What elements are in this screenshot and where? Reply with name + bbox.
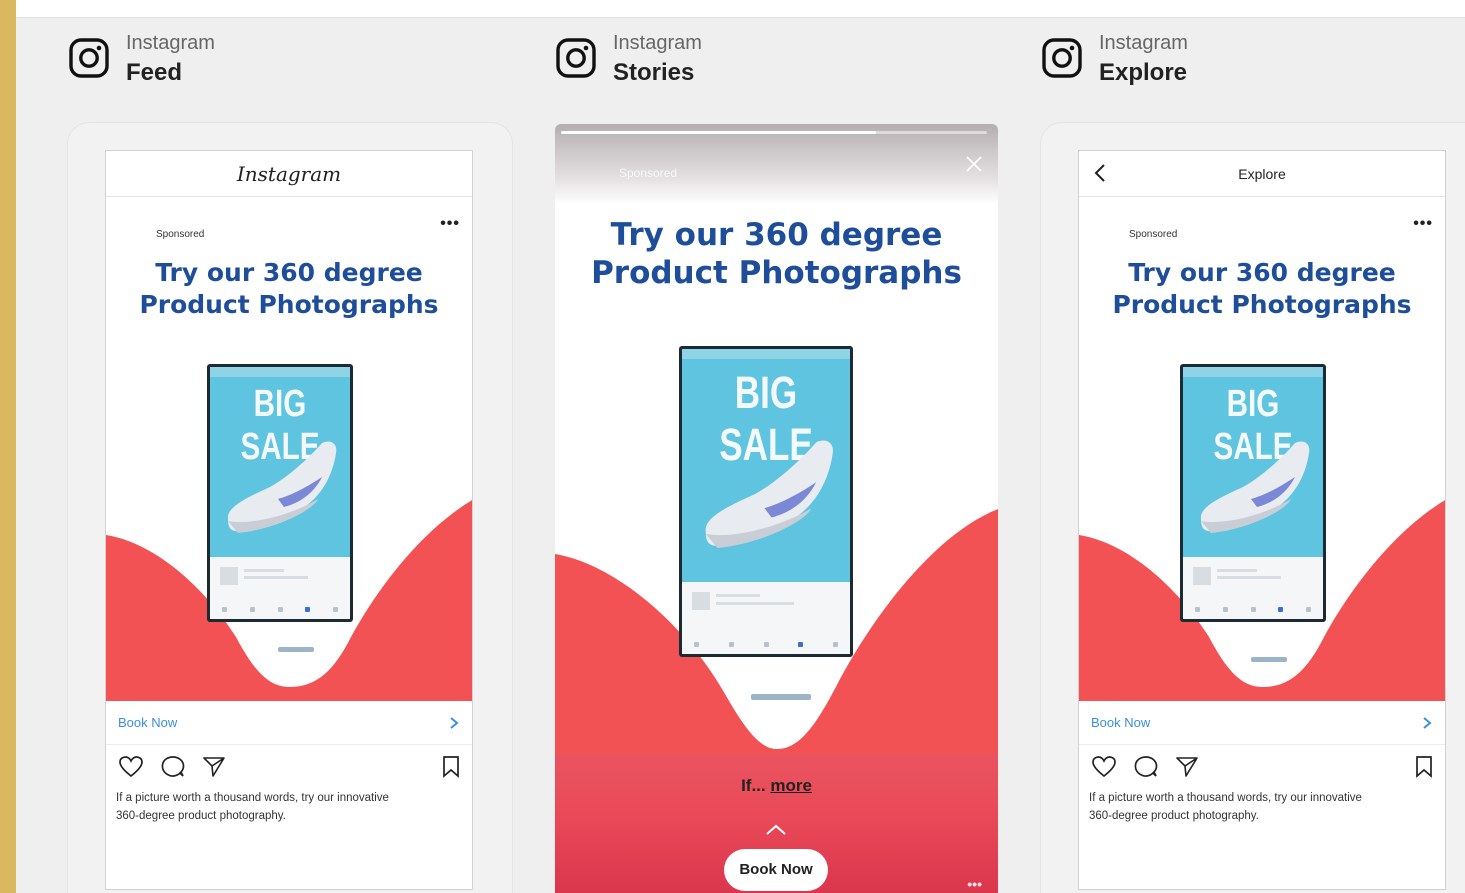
phone-mockup: BIG SALE	[679, 346, 853, 657]
book-now-link[interactable]: Book Now	[118, 715, 177, 730]
sneaker-image	[227, 441, 337, 533]
more-options-icon[interactable]: •••	[440, 215, 460, 233]
post-caption: If a picture worth a thousand words, try…	[106, 789, 472, 825]
explore-creative[interactable]: Sponsored ••• Try our 360 degree Product…	[1079, 197, 1445, 701]
share-icon[interactable]	[202, 755, 226, 779]
headline-line-1: Try our 360 degree	[1128, 258, 1396, 287]
caption-line-2: 360-degree product photography.	[116, 810, 286, 822]
explore-header: Explore	[1079, 151, 1445, 197]
sponsored-label: Sponsored	[1129, 229, 1178, 240]
story-top-gradient: Sponsored	[555, 124, 998, 204]
headline-line-1: Try our 360 degree	[155, 258, 423, 287]
heart-icon[interactable]	[118, 755, 144, 779]
heart-icon[interactable]	[1091, 755, 1117, 779]
sneaker-image	[705, 440, 833, 549]
back-arrow-icon[interactable]	[1091, 161, 1111, 185]
caption-line-1: If a picture worth a thousand words, try…	[116, 792, 389, 804]
post-actions	[106, 745, 472, 789]
more-options-icon[interactable]: •••	[967, 876, 982, 892]
platform-label: Instagram	[1099, 32, 1188, 54]
feed-header: Instagram	[106, 151, 472, 197]
story-progress-bar	[561, 131, 987, 134]
explore-phone-preview: Explore Sponsored ••• Try our 360 degree…	[1078, 150, 1446, 890]
chevron-right-icon[interactable]	[1421, 716, 1433, 730]
close-icon[interactable]	[966, 156, 982, 172]
instagram-icon	[1042, 38, 1082, 78]
story-caption[interactable]: If... more	[555, 776, 998, 796]
book-now-row[interactable]: Book Now	[1079, 701, 1445, 745]
phone-mockup: BIG SALE	[1180, 364, 1326, 622]
headline-line-1: Try our 360 degree	[610, 217, 943, 253]
bookmark-icon[interactable]	[442, 755, 460, 779]
post-actions	[1079, 745, 1445, 789]
more-link[interactable]: more	[770, 776, 812, 795]
headline-line-2: Product Photographs	[139, 290, 439, 319]
caption-line-1: If a picture worth a thousand words, try…	[1089, 792, 1362, 804]
share-icon[interactable]	[1175, 755, 1199, 779]
column-header-feed: Instagram Feed	[69, 30, 215, 90]
brand-logo	[278, 647, 314, 652]
brand-logo	[1251, 657, 1287, 662]
comment-icon[interactable]	[160, 755, 186, 779]
comment-icon[interactable]	[1133, 755, 1159, 779]
book-now-link[interactable]: Book Now	[1091, 715, 1150, 730]
phone-mockup: BIG SALE	[207, 364, 353, 622]
instagram-icon	[556, 38, 596, 78]
placement-label: Stories	[613, 59, 695, 86]
chevron-right-icon[interactable]	[448, 716, 460, 730]
stories-preview[interactable]: Sponsored Try our 360 degree Product Pho…	[555, 124, 998, 893]
story-caption-text: If...	[741, 776, 766, 795]
ad-headline: Try our 360 degree Product Photographs	[1079, 257, 1445, 321]
feed-creative[interactable]: Sponsored ••• Try our 360 degree Product…	[106, 197, 472, 701]
feed-phone-preview: Instagram Sponsored ••• Try our 360 degr…	[105, 150, 473, 890]
top-bar	[16, 0, 1465, 18]
platform-label: Instagram	[613, 32, 702, 54]
sneaker-image	[1200, 441, 1310, 533]
caption-line-2: 360-degree product photography.	[1089, 810, 1259, 822]
sponsored-label: Sponsored	[619, 166, 678, 180]
explore-title: Explore	[1238, 165, 1286, 182]
more-options-icon[interactable]: •••	[1413, 215, 1433, 233]
post-caption: If a picture worth a thousand words, try…	[1079, 789, 1445, 825]
column-header-explore: Instagram Explore	[1042, 30, 1188, 90]
headline-line-2: Product Photographs	[1112, 290, 1412, 319]
book-now-row[interactable]: Book Now	[106, 701, 472, 745]
placement-label: Feed	[126, 59, 183, 86]
ad-headline: Try our 360 degree Product Photographs	[106, 257, 472, 321]
bookmark-icon[interactable]	[1415, 755, 1433, 779]
sponsored-label: Sponsored	[156, 229, 205, 240]
headline-line-2: Product Photographs	[591, 255, 962, 291]
placement-label: Explore	[1099, 59, 1188, 86]
brand-logo	[751, 694, 811, 700]
platform-label: Instagram	[126, 32, 215, 54]
instagram-icon	[69, 38, 109, 78]
book-now-button[interactable]: Book Now	[724, 849, 828, 891]
instagram-logo: Instagram	[236, 161, 342, 186]
column-header-stories: Instagram Stories	[556, 30, 702, 90]
ad-headline: Try our 360 degree Product Photographs	[555, 216, 998, 292]
ad-preview-page: Instagram Feed Instagram Stories Instagr…	[16, 0, 1465, 893]
chevron-up-icon[interactable]	[765, 824, 787, 836]
